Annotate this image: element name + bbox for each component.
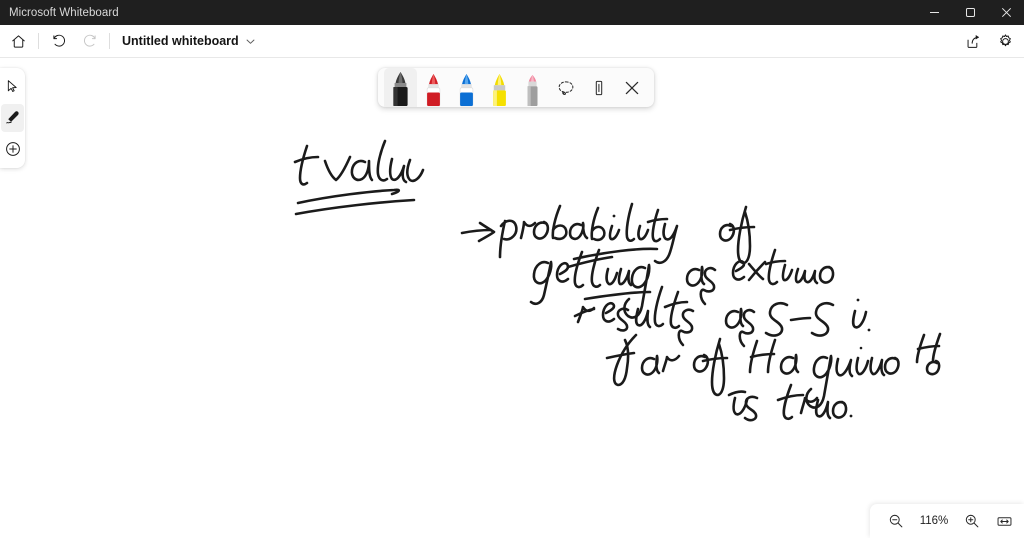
ink-is-1 bbox=[851, 298, 871, 332]
zoom-in-icon bbox=[965, 514, 979, 528]
eraser-icon bbox=[527, 75, 538, 106]
sidebar-item-select[interactable] bbox=[1, 73, 24, 101]
share-button[interactable] bbox=[958, 28, 988, 56]
sidebar-item-pen[interactable] bbox=[1, 103, 24, 132]
zoom-out-icon bbox=[889, 514, 903, 528]
ink-S-S bbox=[764, 301, 835, 337]
pen-blue-icon bbox=[459, 74, 474, 107]
ruler-icon bbox=[595, 80, 602, 95]
sidebar-item-create[interactable] bbox=[1, 135, 24, 163]
title-bar: Microsoft Whiteboard bbox=[0, 0, 1024, 25]
ink-transcript: t-value -> probability of getting as ext… bbox=[0, 58, 1, 59]
zoom-out-button[interactable] bbox=[882, 508, 910, 534]
ink-H-null bbox=[915, 332, 942, 376]
chevron-down-icon bbox=[246, 39, 255, 44]
close-button[interactable] bbox=[988, 0, 1024, 25]
command-divider-1 bbox=[38, 33, 39, 49]
fit-to-screen-icon bbox=[997, 516, 1011, 526]
settings-button[interactable] bbox=[990, 28, 1020, 56]
command-bar-right bbox=[958, 25, 1020, 58]
minimize-icon bbox=[929, 12, 939, 13]
left-tool-rail bbox=[0, 68, 25, 168]
maximize-icon bbox=[965, 8, 975, 17]
command-bar: Untitled whiteboard bbox=[0, 25, 1024, 58]
highlighter-yellow[interactable] bbox=[483, 68, 516, 107]
maximize-button[interactable] bbox=[952, 0, 988, 25]
ink-of-1 bbox=[718, 205, 756, 265]
ink-as-2 bbox=[724, 307, 756, 348]
ink-line-5 bbox=[727, 383, 853, 422]
plus-circle-icon bbox=[5, 142, 20, 157]
zoom-controls: 116% bbox=[870, 504, 1024, 538]
zoom-level-label[interactable]: 116% bbox=[914, 515, 954, 527]
command-divider-2 bbox=[109, 33, 110, 49]
ink-line-4 bbox=[605, 333, 681, 387]
close-icon bbox=[1001, 7, 1011, 18]
ink-layer bbox=[293, 139, 942, 422]
ink-Ha bbox=[748, 338, 800, 375]
ruler-button[interactable] bbox=[582, 68, 615, 107]
home-button[interactable] bbox=[3, 27, 33, 55]
lasso-select-button[interactable] bbox=[549, 68, 582, 107]
pen-icon bbox=[6, 111, 19, 124]
fit-to-screen-button[interactable] bbox=[990, 508, 1018, 534]
share-icon bbox=[967, 34, 979, 48]
whiteboard-app: Microsoft Whiteboard Untitled whiteboard… bbox=[0, 0, 1024, 538]
whiteboard-canvas[interactable]: t-value -> probability of getting as ext… bbox=[0, 58, 1024, 538]
redo-button[interactable] bbox=[74, 27, 104, 55]
redo-icon bbox=[83, 34, 96, 47]
gear-icon bbox=[999, 34, 1011, 47]
close-icon bbox=[625, 81, 638, 94]
ink-line-3 bbox=[573, 285, 695, 347]
highlighter-yellow-icon bbox=[493, 74, 506, 106]
ink-given bbox=[805, 346, 900, 409]
lasso-icon bbox=[558, 80, 573, 95]
command-bar-left: Untitled whiteboard bbox=[0, 25, 262, 58]
pen-blue[interactable] bbox=[450, 68, 483, 107]
cursor-arrow-icon bbox=[7, 80, 17, 93]
ink-line-1 bbox=[293, 139, 425, 216]
pen-red-icon bbox=[426, 74, 441, 107]
ink-line-2 bbox=[529, 247, 659, 319]
ink-probability bbox=[498, 202, 679, 265]
ink-arrow bbox=[460, 221, 496, 243]
eraser[interactable] bbox=[516, 68, 549, 107]
zoom-in-button[interactable] bbox=[958, 508, 986, 534]
close-toolbar-button[interactable] bbox=[615, 68, 648, 107]
pen-toolbar bbox=[378, 68, 654, 107]
document-title-button[interactable]: Untitled whiteboard bbox=[115, 27, 262, 55]
minimize-button[interactable] bbox=[916, 0, 952, 25]
home-icon bbox=[11, 34, 25, 48]
pen-red[interactable] bbox=[417, 68, 450, 107]
app-title: Microsoft Whiteboard bbox=[9, 6, 119, 19]
pen-black-icon bbox=[393, 72, 408, 106]
undo-icon bbox=[52, 34, 65, 47]
window-controls bbox=[916, 0, 1024, 25]
pen-black[interactable] bbox=[384, 68, 417, 107]
ink-of-2 bbox=[692, 337, 729, 397]
ink-extreme bbox=[731, 248, 835, 286]
undo-button[interactable] bbox=[44, 27, 74, 55]
ink-as-1 bbox=[685, 265, 717, 306]
document-title: Untitled whiteboard bbox=[122, 34, 239, 48]
